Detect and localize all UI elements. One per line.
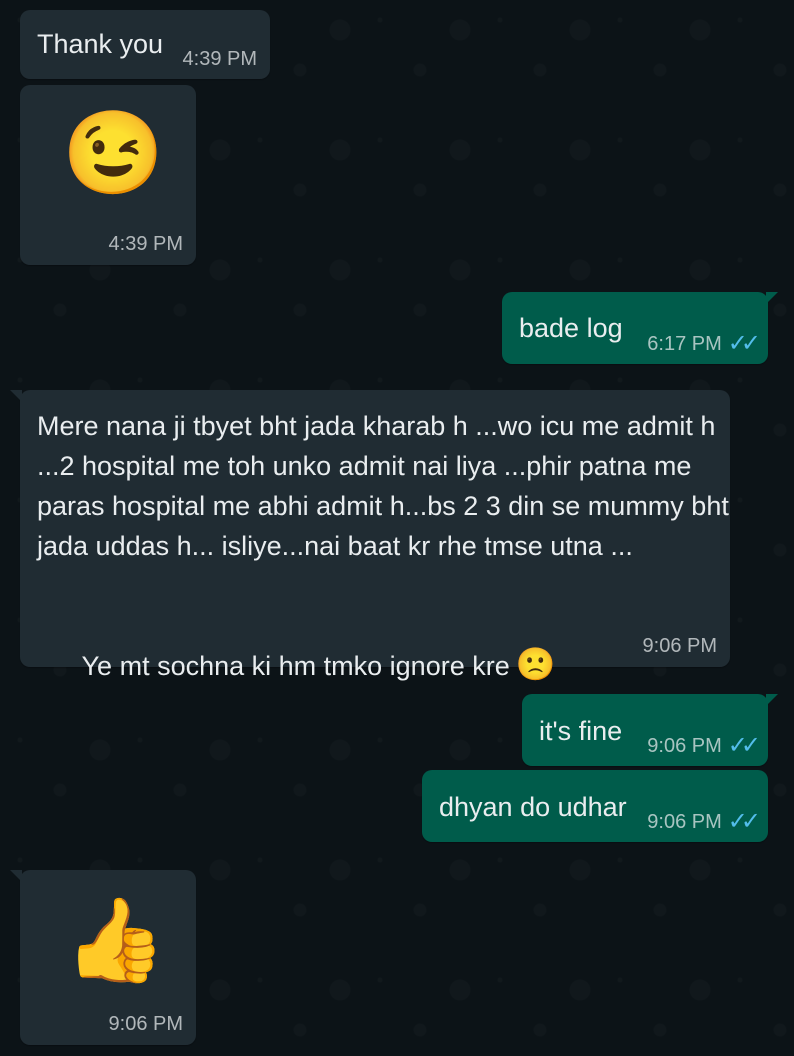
message-text-line: jada uddas h... isliye...nai baat kr rhe…: [37, 531, 633, 561]
message-meta: 9:06 PM ✓✓: [647, 808, 761, 837]
incoming-message-bubble[interactable]: Mere nana ji tbyet bht jada kharab h ...…: [10, 390, 730, 681]
outgoing-message-bubble[interactable]: it's fine 9:06 PM ✓✓: [522, 694, 778, 766]
bubble-tail: [766, 694, 778, 706]
double-check-icon: ✓✓: [727, 808, 761, 835]
bubble-tail: [10, 870, 22, 882]
timestamp-text: 6:17 PM: [647, 333, 722, 355]
message-text-line: paras hospital me abhi admit h...bs 2 3 …: [37, 491, 729, 521]
message-text-line: Mere nana ji tbyet bht jada kharab h ...…: [37, 411, 716, 441]
message-timestamp: 9:06 PM: [643, 635, 717, 658]
outgoing-message-bubble[interactable]: bade log 6:17 PM ✓✓: [502, 292, 778, 364]
message-timestamp: 9:06 PM: [109, 1013, 183, 1036]
message-meta: 6:17 PM ✓✓: [647, 330, 761, 359]
message-text-line: ...2 hospital me toh unko admit nai liya…: [37, 451, 692, 481]
message-text: Thank you: [37, 29, 164, 59]
timestamp-text: 9:06 PM: [642, 635, 717, 657]
incoming-message-bubble[interactable]: Thank you 4:39 PM: [20, 10, 270, 79]
thumbs-up-emoji: 👍: [64, 895, 167, 986]
outgoing-message-bubble[interactable]: dhyan do udhar 9:06 PM ✓✓: [422, 770, 768, 842]
message-text: Ye mt sochna ki hm tmko ignore kre: [81, 651, 510, 681]
chat-background: Thank you 4:39 PM 😉 4:39 PM bade log 6:1…: [0, 0, 794, 1056]
message-text: dhyan do udhar: [439, 792, 627, 822]
timestamp-text: 9:06 PM: [647, 735, 722, 757]
slightly-frowning-face-emoji: 🙁: [515, 645, 556, 682]
bubble-tail: [766, 292, 778, 304]
timestamp-text: 9:06 PM: [108, 1013, 183, 1035]
message-text-line: Ye mt sochna ki hm tmko ignore kre 🙁: [37, 606, 556, 726]
bubble-tail: [10, 390, 22, 402]
double-check-icon: ✓✓: [727, 330, 761, 357]
message-text: bade log: [519, 313, 623, 343]
message-text: it's fine: [539, 716, 623, 746]
double-check-icon: ✓✓: [727, 732, 761, 759]
timestamp-text: 4:39 PM: [108, 233, 183, 255]
message-timestamp: 4:39 PM: [183, 48, 257, 71]
incoming-emoji-bubble[interactable]: 👍 9:06 PM: [10, 870, 196, 1045]
timestamp-text: 9:06 PM: [647, 811, 722, 833]
winking-face-emoji: 😉: [62, 108, 165, 199]
message-meta: 9:06 PM ✓✓: [647, 732, 761, 761]
incoming-emoji-bubble[interactable]: 😉 4:39 PM: [20, 85, 196, 265]
timestamp-text: 4:39 PM: [182, 48, 257, 70]
message-timestamp: 4:39 PM: [109, 233, 183, 256]
